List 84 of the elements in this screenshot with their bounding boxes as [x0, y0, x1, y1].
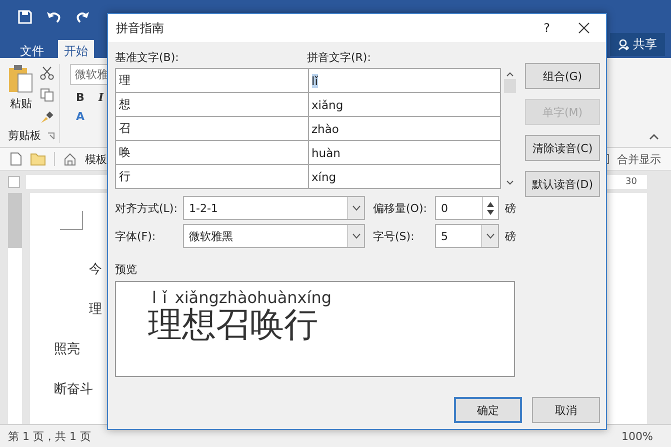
preview-label: 预览 — [115, 262, 138, 277]
pinyin-text: xíng — [312, 170, 336, 184]
dialog-title: 拼音指南 — [116, 20, 164, 36]
brush-icon[interactable] — [40, 110, 54, 124]
dialog-button[interactable]: 默认读音(D) — [525, 171, 600, 197]
format-button[interactable]: A — [76, 110, 85, 123]
home-icon[interactable] — [63, 152, 77, 166]
dropdown-icon — [352, 233, 360, 239]
spin-down-icon[interactable] — [487, 210, 494, 214]
scroll-down-icon[interactable] — [506, 180, 514, 186]
launcher-icon[interactable] — [47, 132, 55, 140]
spin-up-icon[interactable] — [487, 202, 494, 206]
dialog-button[interactable]: 组合(G) — [525, 63, 600, 89]
ok-button[interactable]: 确定 — [454, 397, 522, 423]
character-preview: 行 — [284, 306, 318, 344]
save-icon[interactable] — [18, 10, 32, 24]
column-label: 基准文字(B): — [115, 50, 180, 65]
dialog-button[interactable]: 清除读音(C) — [525, 135, 600, 161]
character-preview: 想 — [182, 306, 216, 344]
scroll-up-icon[interactable] — [506, 71, 514, 77]
base-text-field[interactable]: 行 — [116, 165, 308, 188]
help-button[interactable]: ? — [544, 21, 550, 35]
pinyin-preview: lǐ — [152, 290, 173, 306]
scissors-icon[interactable] — [40, 66, 54, 80]
document-text: 照亮 — [54, 341, 80, 358]
dropdown-icon — [352, 205, 360, 211]
merge-label[interactable]: 合并显示 — [617, 152, 661, 166]
document-text: 理 — [89, 301, 102, 318]
pinyin-text: zhào — [312, 122, 339, 136]
pinyin-field[interactable]: xíng — [308, 165, 500, 188]
collapse-icon[interactable] — [649, 133, 659, 141]
field-label: 字体(F): — [115, 228, 157, 244]
column-label: 拼音文字(R): — [307, 50, 372, 65]
document-text: 断奋斗 — [54, 381, 93, 398]
unit-label: 磅 — [505, 200, 516, 216]
pinyin-field[interactable]: lǐ — [308, 69, 500, 92]
pinyin-text: xiǎng — [312, 98, 344, 112]
person-icon — [618, 38, 630, 50]
ruler-number: 30 — [626, 177, 637, 187]
page-count: 第 1 页，共 1 页 — [8, 428, 91, 444]
copy-icon[interactable] — [40, 88, 54, 102]
share-label: 共享 — [633, 36, 657, 53]
pinyin-preview: xíng — [297, 290, 332, 306]
group-label: 剪贴板 — [8, 128, 41, 143]
undo-icon[interactable] — [46, 10, 62, 24]
base-text-field[interactable]: 唤 — [116, 141, 308, 164]
base-text-field[interactable]: 理 — [116, 69, 308, 92]
format-button[interactable]: B — [76, 91, 84, 104]
redo-icon[interactable] — [76, 10, 90, 24]
size-select[interactable]: 5 — [435, 224, 499, 248]
document-text: 今 — [89, 261, 102, 278]
field-label: 偏移量(O): — [373, 200, 428, 216]
base-text-field[interactable]: 召 — [116, 117, 308, 140]
offset-spinner[interactable]: 0 — [435, 196, 499, 220]
character-preview: 召 — [216, 306, 250, 344]
template-label[interactable]: 模板 — [85, 152, 107, 166]
ribbon-tab[interactable]: 开始 — [58, 40, 94, 58]
unit-label: 磅 — [505, 228, 516, 244]
cancel-button[interactable]: 取消 — [532, 397, 600, 423]
pinyin-text: lǐ — [312, 74, 318, 88]
character-preview: 唤 — [250, 306, 284, 344]
field-label: 字号(S): — [373, 228, 416, 244]
zoom-level: 100% — [622, 430, 653, 442]
pinyin-field[interactable]: xiǎng — [308, 93, 500, 116]
pinyin-text: huàn — [312, 146, 340, 160]
paste-icon[interactable] — [8, 64, 34, 94]
base-text-field[interactable]: 想 — [116, 93, 308, 116]
font-select[interactable]: 微软雅黑 — [183, 224, 365, 248]
field-label: 对齐方式(L): — [115, 200, 178, 216]
format-button[interactable]: I — [98, 91, 104, 104]
dropdown-icon — [486, 233, 494, 239]
pinyin-field[interactable]: huàn — [308, 141, 500, 164]
pinyin-preview: xiǎng — [174, 290, 219, 306]
character-preview: 理 — [148, 306, 182, 344]
paste-label[interactable]: 粘贴 — [10, 96, 32, 111]
share-button[interactable]: 共享 — [610, 33, 665, 56]
align-select[interactable]: 1-2-1 — [183, 196, 365, 220]
ribbon-tab[interactable]: 文件 — [14, 40, 50, 58]
pinyin-preview: zhào — [218, 290, 258, 306]
pinyin-preview: huàn — [257, 290, 298, 306]
document-icon[interactable] — [10, 152, 22, 166]
pinyin-field[interactable]: zhào — [308, 117, 500, 140]
close-icon[interactable] — [578, 22, 590, 34]
margin-corner-mark — [60, 211, 83, 230]
